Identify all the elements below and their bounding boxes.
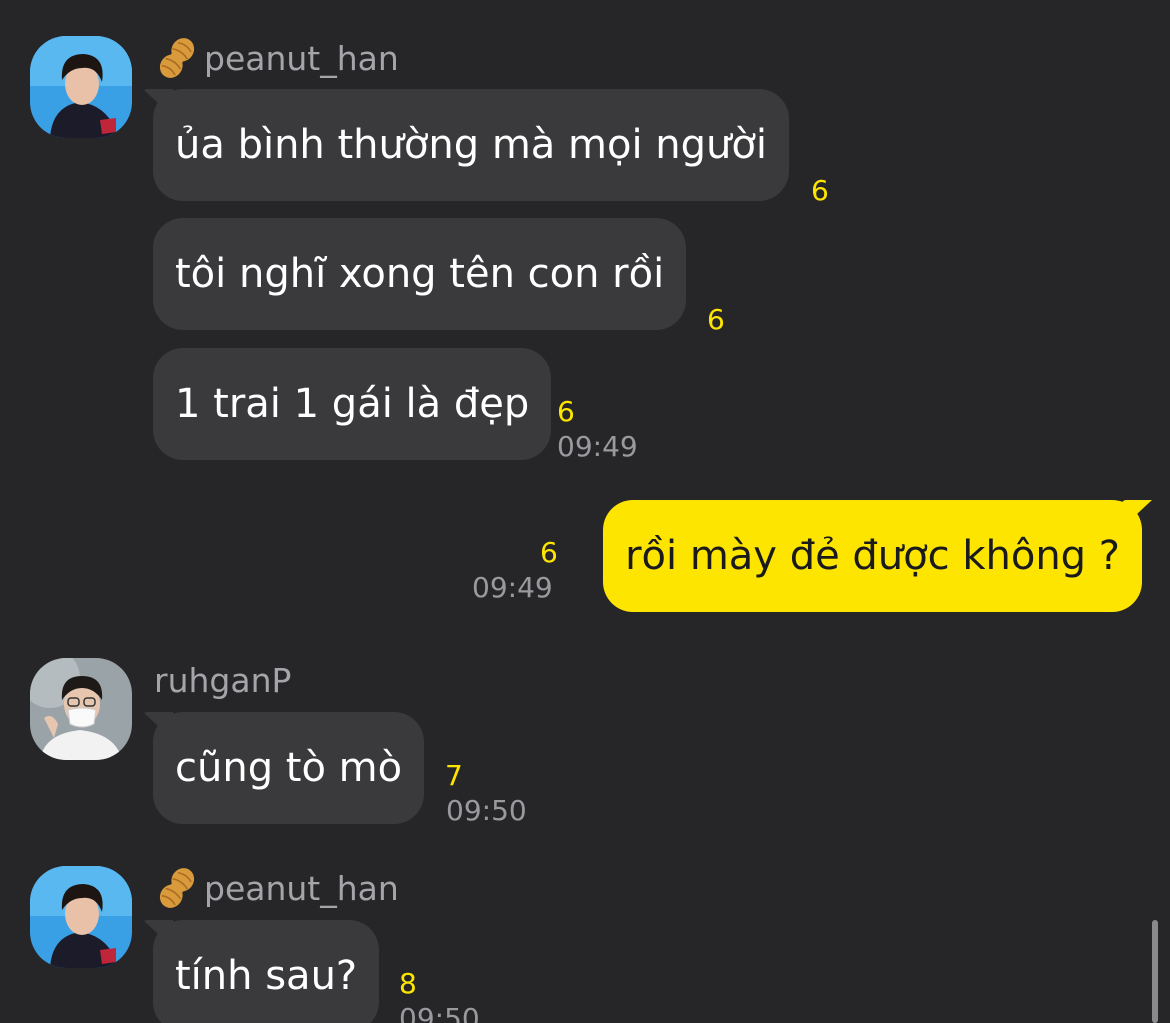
message-text: rồi mày đẻ được không ? [625,533,1120,579]
sender-name-text: peanut_han [204,868,399,908]
peanut-icon [154,35,200,81]
message-bubble[interactable]: tôi nghĩ xong tên con rồi [153,218,687,330]
message-time: 09:49 [472,571,553,604]
message-time: 09:50 [446,794,527,827]
peanut-icon [154,865,200,911]
scrollbar[interactable] [1152,920,1158,1023]
avatar-peanut-han[interactable] [30,866,132,968]
message-time: 09:50 [399,1002,480,1023]
message-bubble[interactable]: tính sau? [153,920,380,1023]
message-time: 09:49 [557,430,638,463]
unread-count: 6 [707,303,725,336]
sender-name-text: peanut_han [204,38,399,78]
message-text: tính sau? [175,953,358,999]
message-text: 1 trai 1 gái là đẹp [175,381,530,427]
message-bubble-outgoing[interactable]: rồi mày đẻ được không ? [603,500,1142,612]
message-text: ủa bình thường mà mọi người [175,122,767,168]
message-text: cũng tò mò [175,745,403,791]
message-text: tôi nghĩ xong tên con rồi [175,251,665,297]
unread-count: 6 [811,174,829,207]
unread-count: 6 [540,536,558,569]
sender-name: peanut_han [154,868,399,908]
message-bubble[interactable]: 1 trai 1 gái là đẹp [153,348,552,460]
avatar-ruhganp[interactable] [30,658,132,760]
sender-name-text: ruhganP [154,660,292,700]
sender-name: ruhganP [154,660,291,700]
sender-name: peanut_han [154,38,399,78]
message-bubble[interactable]: ủa bình thường mà mọi người [153,89,789,201]
unread-count: 6 [557,395,575,428]
unread-count: 8 [399,967,417,1000]
avatar-peanut-han[interactable] [30,36,132,138]
message-bubble[interactable]: cũng tò mò [153,712,425,824]
unread-count: 7 [445,759,463,792]
chat-area[interactable]: peanut_han ủa bình thường mà mọi người 6… [0,0,1170,1023]
